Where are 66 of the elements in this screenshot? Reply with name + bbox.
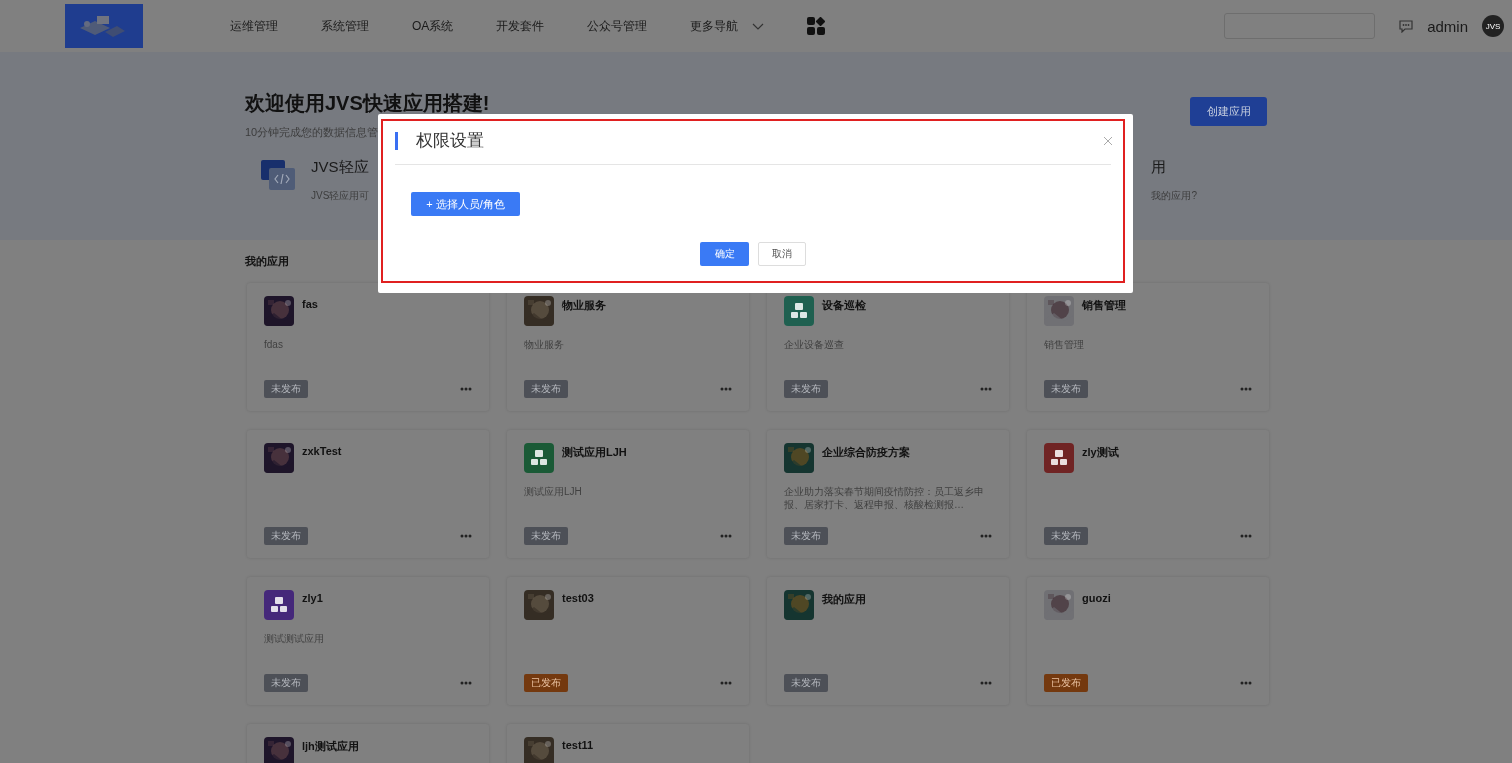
app-card[interactable]: fas fdas 未发布 [247,283,489,411]
code-icon [261,158,297,192]
app-name: guozi [1082,592,1111,606]
more-icon[interactable] [720,681,732,685]
welcome-title: 欢迎使用JVS快速应用搭建! [245,91,490,116]
nav-link[interactable]: 系统管理 [321,17,369,35]
app-name: zly1 [302,592,323,606]
app-name: ljh测试应用 [302,739,359,754]
app-card[interactable]: test03 已发布 [507,577,749,705]
select-members-button[interactable]: + 选择人员/角色 [411,192,520,216]
status-tag: 未发布 [264,527,308,545]
close-icon[interactable] [1103,136,1113,146]
cancel-button[interactable]: 取消 [758,242,806,266]
nav-link[interactable]: 运维管理 [230,17,278,35]
app-name: zly测试 [1082,445,1119,460]
app-name: 测试应用LJH [562,445,627,460]
feature-title: JVS轻应 [311,158,370,177]
app-name: fas [302,298,318,312]
message-icon[interactable] [1399,19,1414,33]
more-icon[interactable] [460,681,472,685]
app-card[interactable]: test11 [507,724,749,763]
status-tag: 未发布 [1044,527,1088,545]
status-tag: 未发布 [264,674,308,692]
status-tag: 已发布 [1044,674,1088,692]
status-tag: 未发布 [264,380,308,398]
nav-link[interactable]: 开发套件 [496,17,545,35]
feature-title: 用 [1151,158,1168,177]
app-name: test11 [562,739,594,753]
avatar[interactable]: JVS [1482,15,1504,37]
more-icon[interactable] [980,681,992,685]
app-description: fdas [264,339,283,350]
nav-link[interactable]: OA系统 [412,17,454,35]
app-card[interactable]: ljh测试应用 [247,724,489,763]
app-card[interactable]: zxkTest 未发布 [247,430,489,558]
app-name: zxkTest [302,445,342,459]
more-icon[interactable] [980,387,992,391]
status-tag: 已发布 [524,674,568,692]
more-icon[interactable] [1240,534,1252,538]
app-name: 物业服务 [562,298,606,313]
app-card[interactable]: zly测试 未发布 [1027,430,1269,558]
nav-link[interactable]: 公众号管理 [587,17,648,35]
app-name: 销售管理 [1082,298,1126,313]
status-tag: 未发布 [784,380,828,398]
confirm-button[interactable]: 确定 [700,242,749,266]
status-tag: 未发布 [784,674,828,692]
status-tag: 未发布 [524,380,568,398]
more-icon[interactable] [720,534,732,538]
more-icon[interactable] [460,534,472,538]
app-name: 设备巡检 [822,298,866,313]
more-icon[interactable] [980,534,992,538]
status-tag: 未发布 [524,527,568,545]
more-icon[interactable] [720,387,732,391]
more-icon[interactable] [460,387,472,391]
apps-icon[interactable] [807,17,826,35]
status-tag: 未发布 [784,527,828,545]
app-card[interactable]: 我的应用 未发布 [767,577,1009,705]
create-app-button[interactable]: 创建应用 [1190,97,1267,126]
app-card[interactable]: guozi 已发布 [1027,577,1269,705]
status-tag: 未发布 [1044,380,1088,398]
more-icon[interactable] [1240,387,1252,391]
app-name: 我的应用 [822,592,866,607]
app-name: 企业综合防疫方案 [822,445,910,460]
more-icon[interactable] [1240,681,1252,685]
app-name: test03 [562,592,594,606]
nav-link[interactable]: 更多导航 [690,17,765,35]
user-name[interactable]: admin [1427,17,1468,35]
